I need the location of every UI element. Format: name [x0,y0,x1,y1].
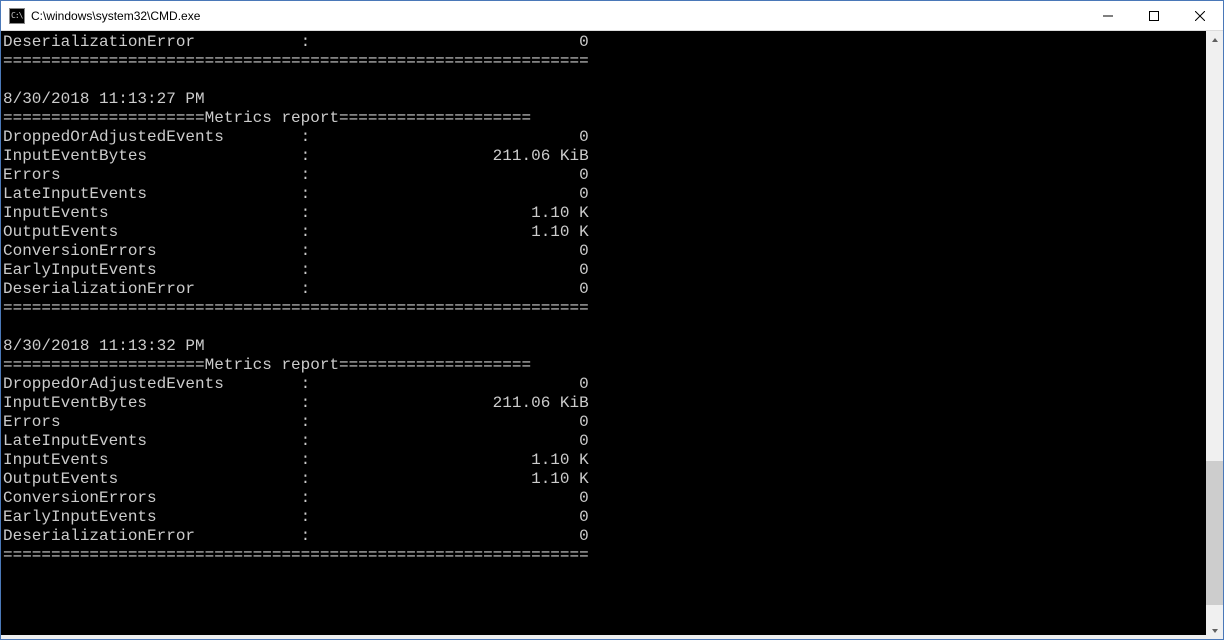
minimize-button[interactable] [1085,1,1131,31]
chevron-up-icon [1211,36,1219,44]
scroll-up-button[interactable] [1206,31,1223,48]
cmd-app-icon: C:\ [9,8,25,24]
vertical-scrollbar[interactable] [1206,31,1223,639]
window-controls [1085,1,1223,30]
client-area: DeserializationError : 0 ===============… [1,31,1223,639]
minimize-icon [1103,11,1113,21]
window-title: C:\windows\system32\CMD.exe [31,9,200,23]
horizontal-scrollbar-hint [1,635,1223,639]
console-output[interactable]: DeserializationError : 0 ===============… [1,31,1206,639]
scrollbar-track[interactable] [1206,48,1223,622]
maximize-button[interactable] [1131,1,1177,31]
chevron-down-icon [1211,627,1219,635]
cmd-window: C:\ C:\windows\system32\CMD.exe Deserial… [0,0,1224,640]
close-icon [1195,11,1205,21]
titlebar[interactable]: C:\ C:\windows\system32\CMD.exe [1,1,1223,31]
scrollbar-thumb[interactable] [1206,461,1223,605]
close-button[interactable] [1177,1,1223,31]
maximize-icon [1149,11,1159,21]
